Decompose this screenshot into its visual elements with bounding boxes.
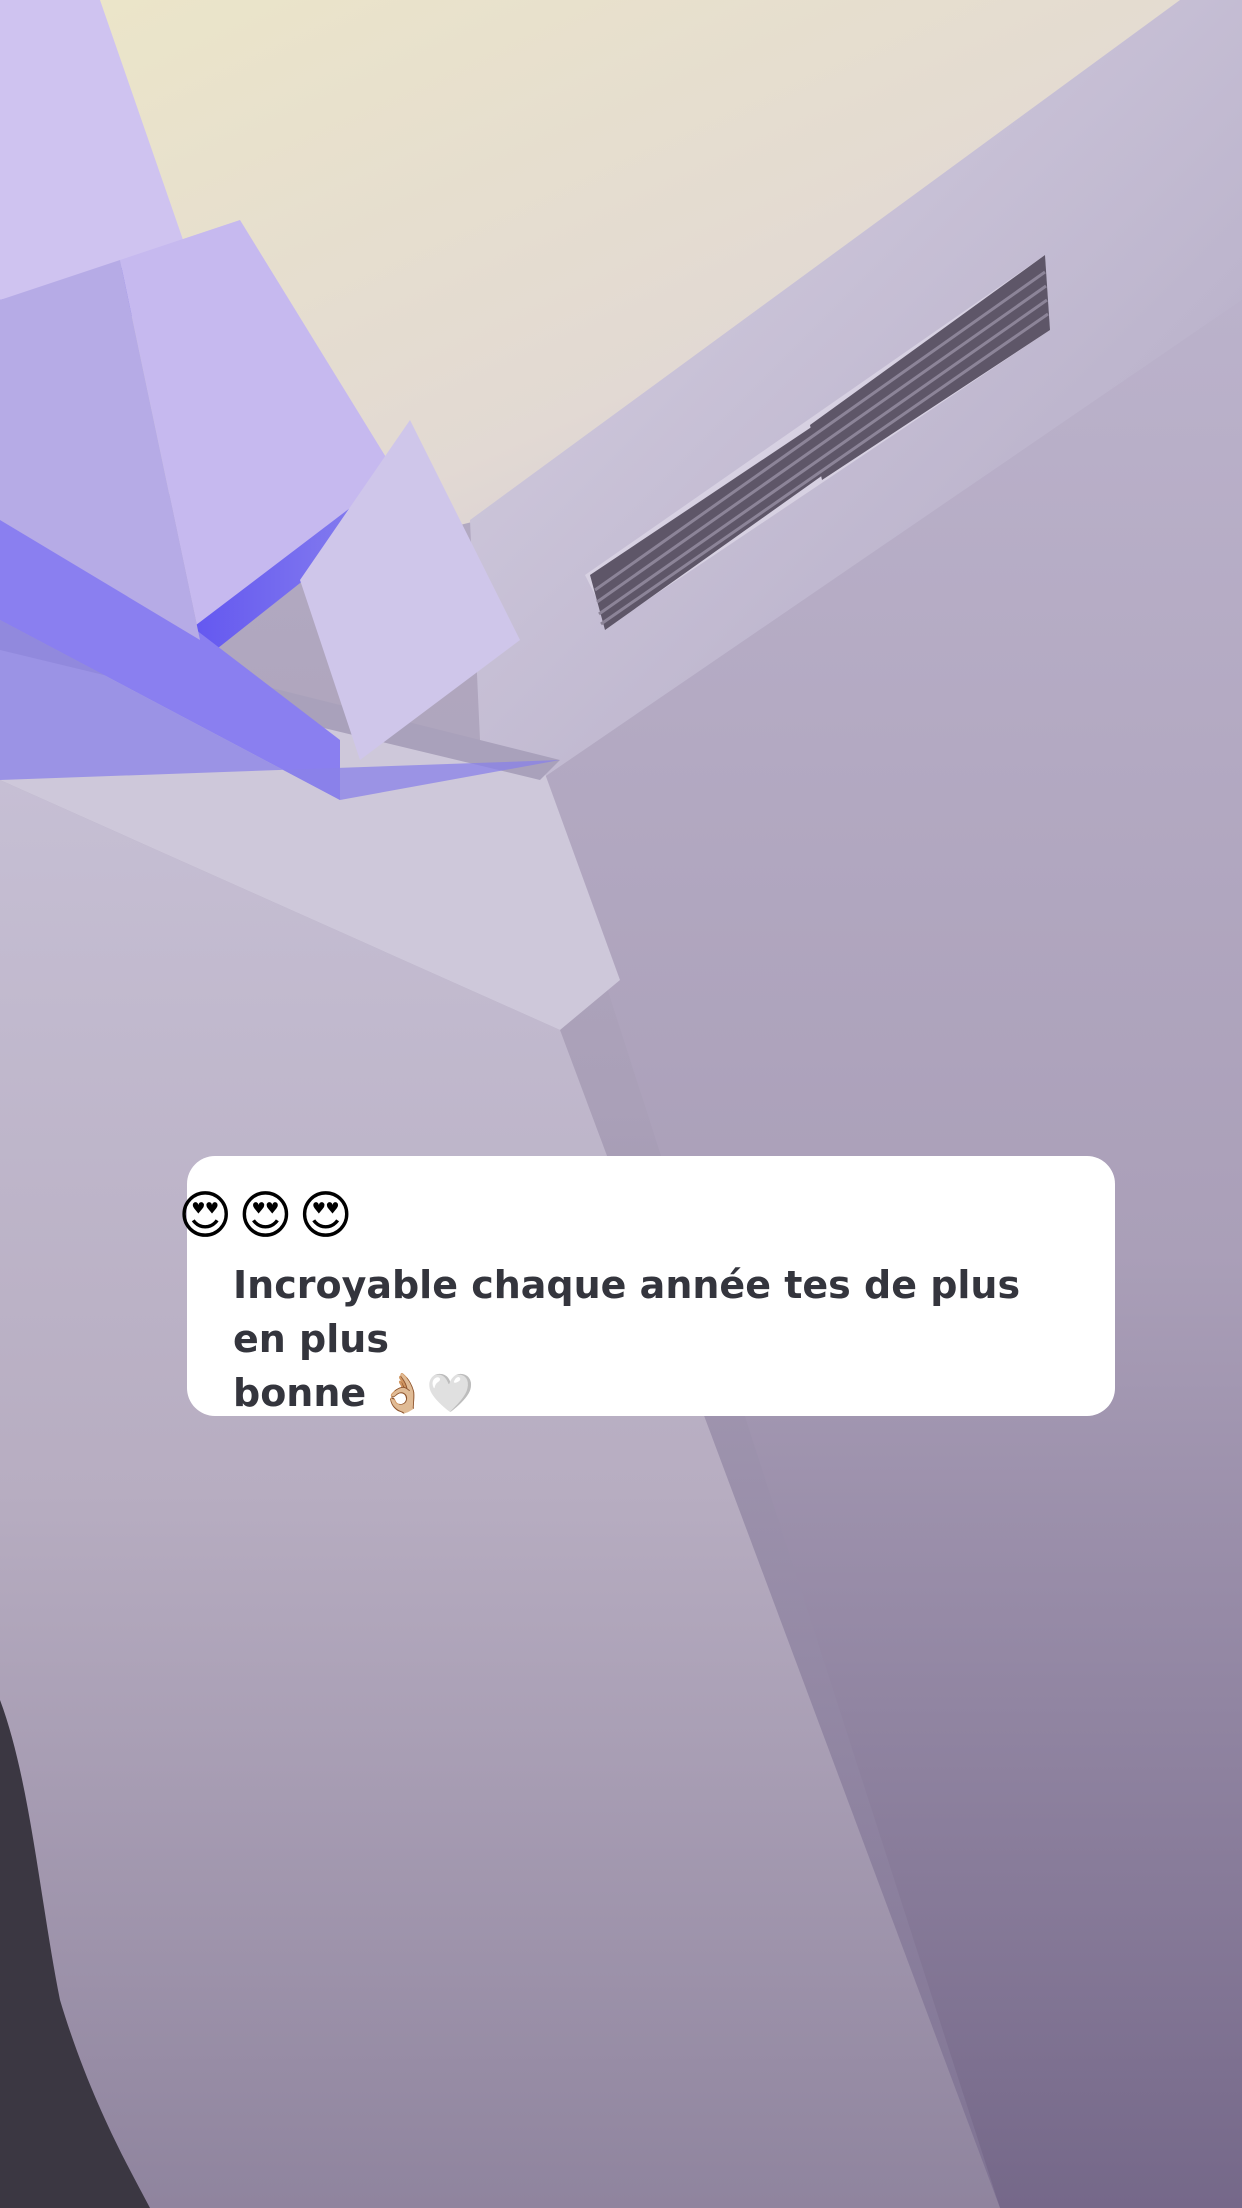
reply-text-line-2: bonne 👌🏼🤍 [233,1371,475,1415]
reaction-emojis: 😍 😍 😍 [178,1186,359,1246]
reply-message-text: Incroyable chaque année tes de plus en p… [233,1258,1083,1420]
heart-eyes-emoji-icon: 😍 [178,1186,233,1246]
reply-text-line-1: Incroyable chaque année tes de plus en p… [233,1263,1021,1361]
heart-eyes-emoji-icon: 😍 [238,1186,293,1246]
story-photo-background [0,0,1242,2208]
heart-eyes-emoji-icon: 😍 [298,1186,353,1246]
room-photo [0,0,1242,2208]
